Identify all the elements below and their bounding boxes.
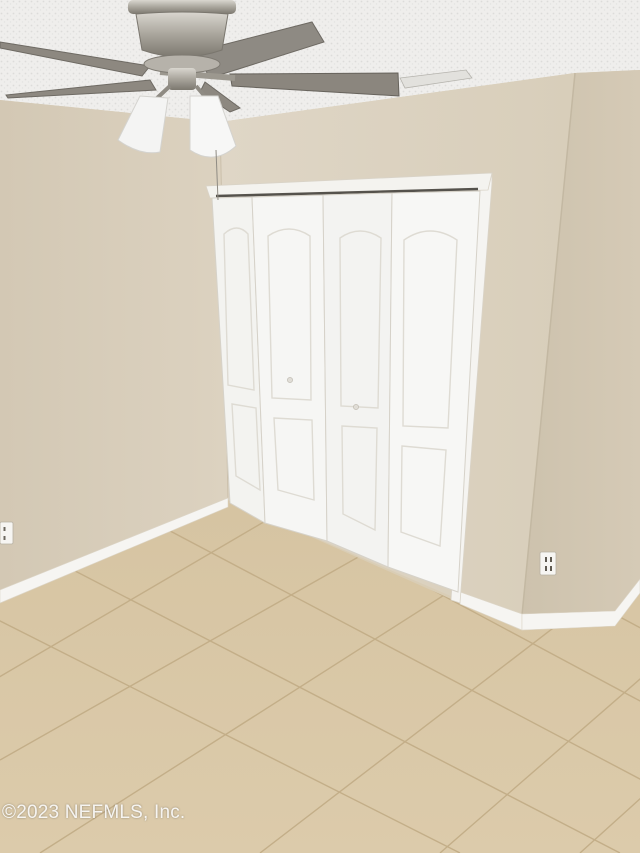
closet-knob-left[interactable] [287, 377, 293, 383]
room-photo [0, 0, 640, 853]
closet-knob-right[interactable] [353, 404, 359, 410]
photo-watermark: ©2023 NEFMLS, Inc. [2, 802, 186, 823]
closet-door-panel-2[interactable] [251, 194, 328, 542]
electrical-outlet-icon [0, 521, 14, 545]
electrical-outlet-icon [539, 551, 557, 576]
closet-door-panel-3[interactable] [322, 192, 393, 568]
